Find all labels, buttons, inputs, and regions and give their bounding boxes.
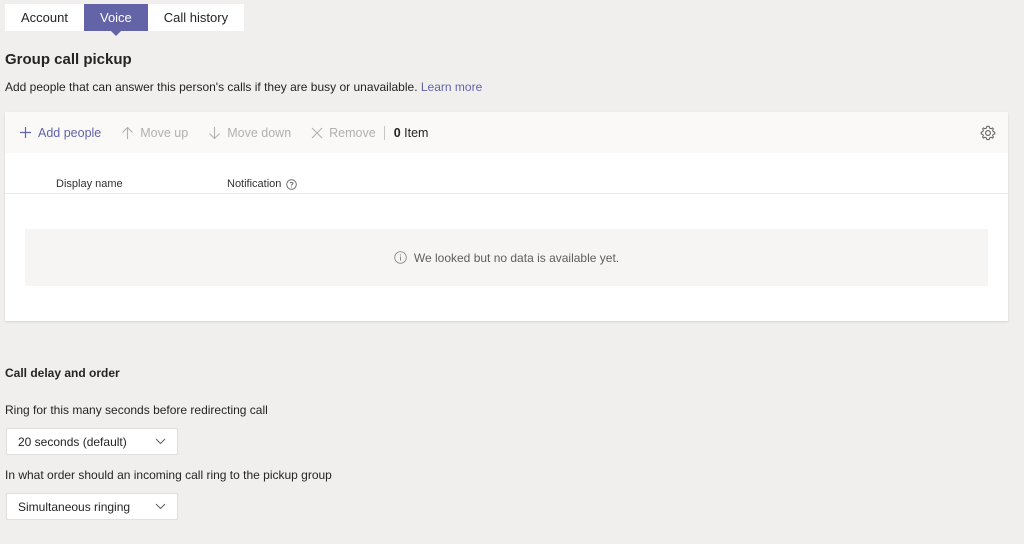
tab-call-history[interactable]: Call history <box>147 4 245 31</box>
remove-label: Remove <box>329 125 376 140</box>
ring-duration-value: 20 seconds (default) <box>18 434 127 449</box>
ring-order-label: In what order should an incoming call ri… <box>5 468 332 482</box>
question-circle-icon[interactable] <box>286 178 298 190</box>
column-display-name[interactable]: Display name <box>56 178 123 190</box>
tab-account[interactable]: Account <box>5 4 84 31</box>
info-circle-icon <box>394 251 407 264</box>
plus-icon <box>20 127 31 138</box>
add-people-button[interactable]: Add people <box>19 126 101 140</box>
delay-section-title: Call delay and order <box>5 366 120 380</box>
description-text: Add people that can answer this person's… <box>5 80 418 94</box>
learn-more-link[interactable]: Learn more <box>421 80 482 94</box>
voice-settings-page: Account Voice Call history Group call pi… <box>0 0 1024 544</box>
chevron-down-icon <box>155 503 166 510</box>
pickup-group-card: Add people Move up Move down Remove 0 It… <box>5 112 1008 321</box>
item-count: 0 Item <box>394 126 429 140</box>
move-down-button[interactable]: Move down <box>208 126 291 140</box>
toolbar-divider <box>383 125 385 140</box>
chevron-down-icon <box>155 438 166 445</box>
ring-duration-dropdown[interactable]: 20 seconds (default) <box>6 428 178 455</box>
tab-voice[interactable]: Voice <box>83 4 148 31</box>
move-up-label: Move up <box>140 125 189 140</box>
tab-bar: Account Voice Call history <box>5 4 245 31</box>
ring-order-dropdown[interactable]: Simultaneous ringing <box>6 493 178 520</box>
column-display-name-label: Display name <box>56 178 123 190</box>
move-down-label: Move down <box>227 125 292 140</box>
item-count-number: 0 <box>393 125 401 140</box>
column-notification[interactable]: Notification <box>227 178 298 190</box>
empty-state-message: We looked but no data is available yet. <box>413 250 620 265</box>
section-description: Add people that can answer this person's… <box>5 80 482 94</box>
item-count-label: Item <box>404 125 429 140</box>
table-header: Display name Notification <box>5 153 1008 194</box>
ring-order-value: Simultaneous ringing <box>18 499 131 514</box>
arrow-down-icon <box>209 126 221 139</box>
arrow-up-icon <box>122 126 134 139</box>
add-people-label: Add people <box>38 125 102 140</box>
close-icon <box>311 127 323 138</box>
move-up-button[interactable]: Move up <box>121 126 188 140</box>
column-notification-label: Notification <box>227 178 282 190</box>
gear-icon[interactable] <box>980 125 996 141</box>
ring-duration-label: Ring for this many seconds before redire… <box>5 403 268 417</box>
toolbar: Add people Move up Move down Remove 0 It… <box>5 112 1008 153</box>
empty-state: We looked but no data is available yet. <box>25 229 988 286</box>
section-title: Group call pickup <box>5 51 132 68</box>
remove-button[interactable]: Remove <box>311 126 376 140</box>
